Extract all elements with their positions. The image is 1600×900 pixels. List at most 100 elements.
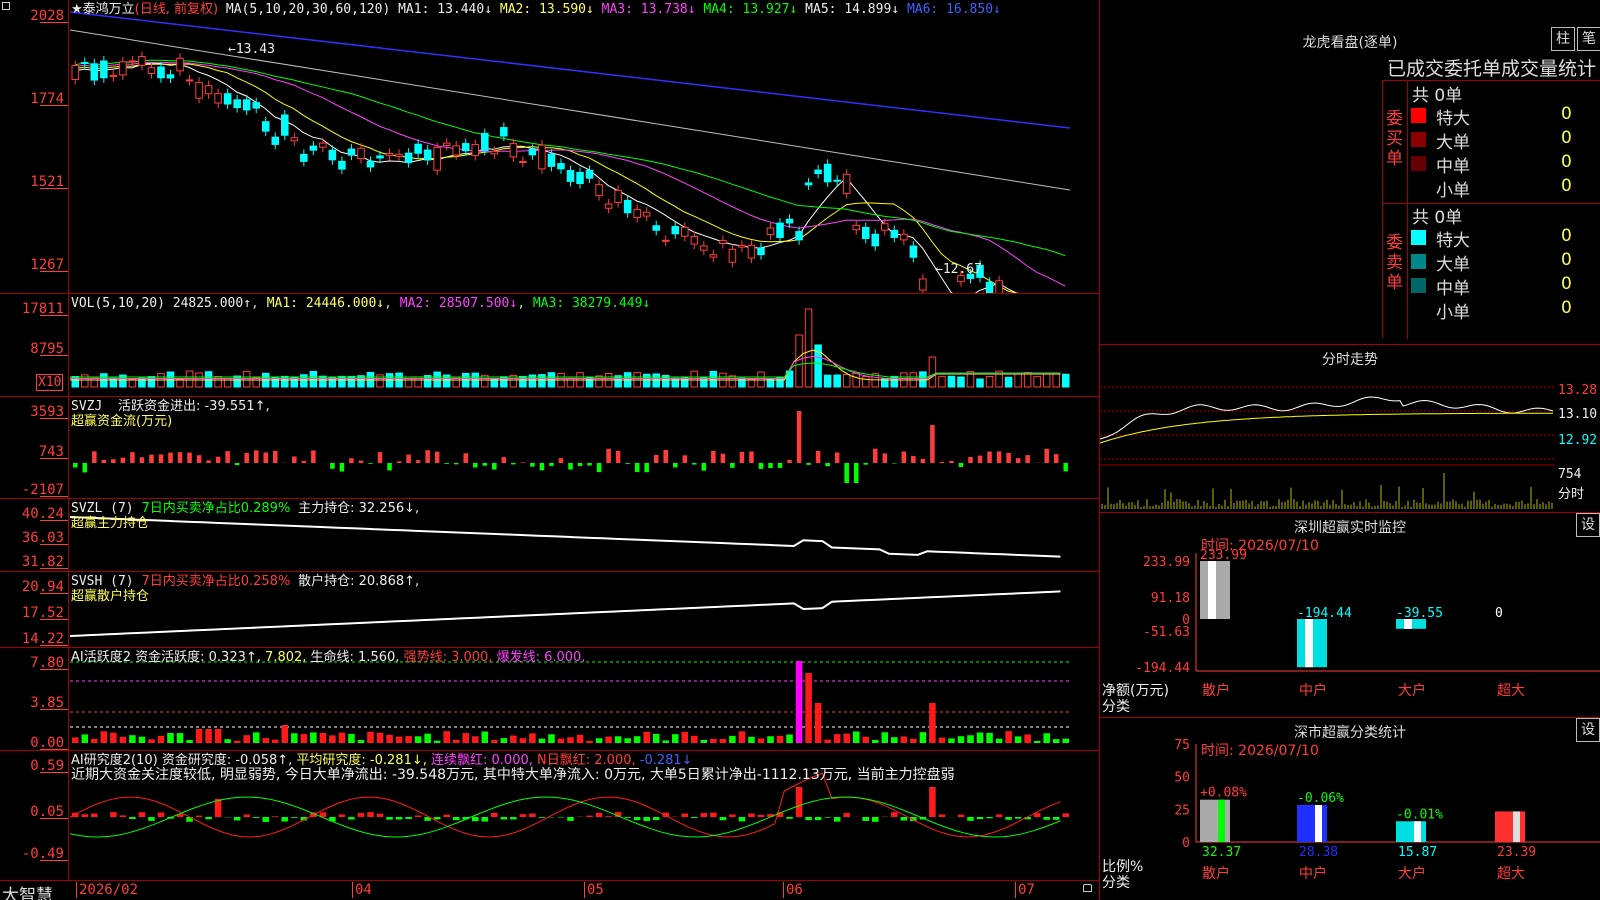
research-bar <box>567 817 574 821</box>
activity-bar <box>700 739 708 743</box>
research-bar <box>1043 817 1050 820</box>
candle <box>500 127 508 137</box>
sc-bar <box>1495 811 1525 842</box>
candle <box>566 170 575 182</box>
flow-bar <box>444 463 449 464</box>
activity-bar <box>481 731 489 743</box>
flow-bar <box>473 463 478 468</box>
activity-bar <box>919 732 927 743</box>
candle <box>652 225 660 231</box>
activity-bar <box>824 739 831 743</box>
activity-bar <box>595 738 603 743</box>
row-name: 小单 <box>1436 303 1470 323</box>
research-bar <box>748 813 755 817</box>
candle <box>671 226 680 235</box>
flow-bar <box>501 457 507 463</box>
vol-bar <box>319 375 327 388</box>
activity-bar <box>1024 734 1031 743</box>
candle <box>852 224 860 231</box>
candle <box>414 143 422 154</box>
candle <box>385 153 394 157</box>
sz-bar-chart[interactable]: 233.99 91.18 0 -51.63 -194.44 233.99 散户 -194.44… <box>1100 513 1600 718</box>
y-tick: -0.49 <box>21 846 69 862</box>
intraday-chart[interactable] <box>1100 369 1570 509</box>
sz-monitor-panel[interactable]: 深圳超赢实时监控 设 时间: 2026/07/10 233.99 91.18 0 -5… <box>1099 513 1600 718</box>
flow-bar <box>977 455 983 463</box>
sc-bar-chart[interactable]: 75 50 25 0 +0.08% 32.37 散户 -0.06% 28.38 中户 -0.01% 1… <box>1100 718 1600 900</box>
flow-bar <box>758 463 764 469</box>
flow-bar <box>815 450 821 463</box>
x-axis: 大智慧 2026/02 04 05 06 07 <box>0 881 1099 900</box>
ma1: MA1: 13.440↓ <box>398 2 493 17</box>
bar-mode-button[interactable]: 柱 <box>1551 27 1575 51</box>
sc-bar-shine <box>1315 804 1322 842</box>
ai-activity-panel[interactable]: 7.80 3.85 0.00 AI活跃度2 资金活跃度: 0.323↑, 7.8… <box>0 648 1099 751</box>
flow-bar <box>434 451 440 463</box>
activity-bar <box>433 740 441 743</box>
research-bar <box>1062 813 1069 817</box>
activity-bar <box>272 739 279 743</box>
candle <box>519 160 527 163</box>
activity-bar <box>395 736 403 743</box>
flow-bar <box>692 463 697 465</box>
y-tick: 233.99 <box>1143 555 1190 570</box>
activity-bar <box>329 735 336 743</box>
research-bar <box>986 817 993 819</box>
research-bar <box>119 815 127 817</box>
candle <box>814 169 822 175</box>
activity-bar <box>414 736 422 743</box>
flow-bar <box>396 461 402 463</box>
research-bar <box>891 812 898 817</box>
activity-bar <box>310 732 317 743</box>
candle <box>347 148 356 156</box>
research-bar <box>395 817 403 820</box>
flow-bar <box>1025 455 1030 463</box>
kline-panel[interactable]: 2028 1774 1521 1267 ★泰鸿万立(日线, 前复权) MA(5,… <box>0 0 1099 294</box>
activity-bar <box>167 732 174 743</box>
intraday-panel[interactable]: 分时走势 13.28 13.10 12.92 754 分时 <box>1099 345 1600 513</box>
vol-tick: 754 <box>1558 467 1582 482</box>
row-count: 0 <box>1561 128 1572 148</box>
research-bar <box>643 817 650 822</box>
flow-bar <box>549 463 554 466</box>
activity-bar <box>186 740 193 743</box>
flow-bar <box>663 449 668 463</box>
activity-bar <box>300 734 308 743</box>
sz-bar-value: -39.55 <box>1396 606 1443 621</box>
x-tick: 04 <box>352 882 372 898</box>
corner-box[interactable] <box>2 2 10 10</box>
row-count: 0 <box>1561 226 1572 246</box>
sc-stat-panel[interactable]: 深市超赢分类统计 设 时间: 2026/07/10 75 50 25 0 +0.08% 3… <box>1099 718 1600 900</box>
research-bar <box>633 817 641 821</box>
svzj-panel[interactable]: 3593 743 -2107 SVZJ 活跃资金进出: -39.551↑, 超赢… <box>0 397 1099 499</box>
activity-bar <box>472 736 479 743</box>
svsh-panel[interactable]: 20.94 17.52 14.22 SVSH (7) 7日内买卖净占比0.258… <box>0 572 1099 648</box>
flow-bar <box>387 463 392 471</box>
flow-bar <box>149 454 154 463</box>
svzl-panel[interactable]: 40.24 36.03 31.82 SVZL (7) 7日内买卖净占比0.289… <box>0 499 1099 572</box>
tick-mode-button[interactable]: 笔 <box>1577 27 1600 51</box>
activity-bar <box>976 732 984 743</box>
activity-bar <box>205 729 212 743</box>
activity-bar <box>624 738 631 743</box>
research-bar <box>348 817 355 820</box>
flow-bar <box>711 450 716 463</box>
flow-bar <box>539 463 545 471</box>
lhb-panel[interactable]: 龙虎看盘(逐单) 柱 笔 已成交委托单成交量统计 委买单 委卖单 共 0单 共 … <box>1099 0 1600 345</box>
sc-bar-shine <box>1218 799 1225 842</box>
volume-panel[interactable]: 17811 8795 X10 VOL(5,10,20) 24825.000↑, … <box>0 294 1099 397</box>
lock-icon[interactable] <box>1083 884 1092 892</box>
activity-bar <box>443 731 450 743</box>
brand-logo: 大智慧 <box>2 886 53 900</box>
kline-y-axis: 2028 1774 1521 1267 <box>0 0 69 293</box>
sc-bar-category: 中户 <box>1299 865 1327 882</box>
research-bar <box>214 799 222 817</box>
candle <box>795 231 803 241</box>
research-bar <box>814 817 822 821</box>
candlestick-chart[interactable] <box>70 0 1099 294</box>
activity-bar <box>1014 736 1022 743</box>
y-tick: 3593 <box>30 404 68 420</box>
flow-bar <box>987 451 992 463</box>
candle <box>785 218 794 224</box>
ai-research-panel[interactable]: 0.59 0.05 -0.49 AI研究度2(10) 资金研究度: -0.058… <box>0 751 1099 881</box>
